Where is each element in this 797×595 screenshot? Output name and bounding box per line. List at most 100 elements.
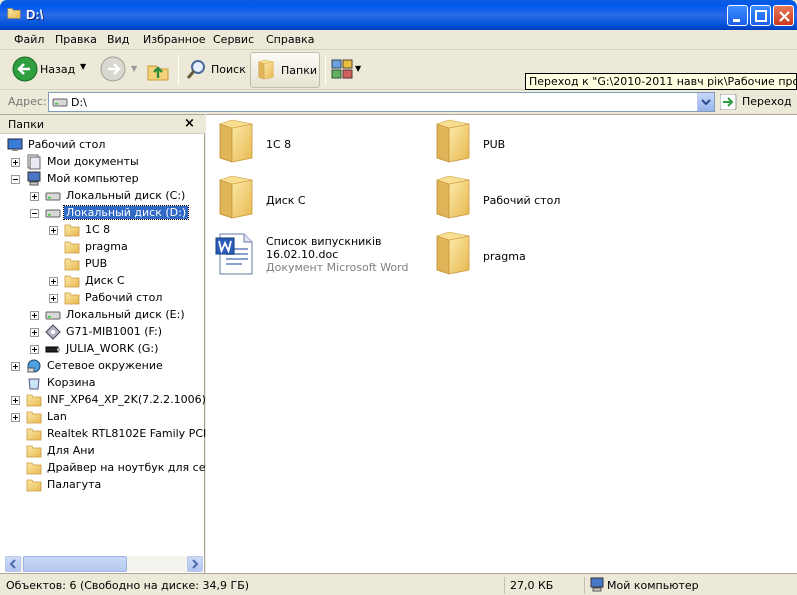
window-title: D:\ bbox=[26, 7, 44, 22]
file-item-graduates-doc[interactable]: Список випускників 16.02.10.doc Документ… bbox=[212, 230, 422, 280]
address-input[interactable]: D:\ bbox=[48, 92, 715, 112]
menu-help[interactable]: Справка bbox=[266, 33, 314, 46]
expand-icon[interactable] bbox=[11, 396, 20, 405]
scroll-right-button[interactable] bbox=[187, 556, 203, 572]
go-arrow-icon[interactable] bbox=[720, 94, 737, 110]
file-item-desktop[interactable]: Рабочий стол bbox=[429, 174, 639, 224]
go-button[interactable]: Переход bbox=[742, 95, 792, 108]
forward-arrow-icon[interactable] bbox=[100, 56, 126, 82]
close-pane-button[interactable]: × bbox=[184, 116, 195, 131]
menu-view[interactable]: Вид bbox=[107, 33, 129, 46]
expand-icon[interactable] bbox=[11, 413, 20, 422]
tree-item-label: INF_XP64_XP_2K(7.2.2.1006) bbox=[47, 393, 206, 406]
search-label: Поиск bbox=[211, 63, 246, 76]
back-arrow-icon bbox=[12, 56, 38, 82]
folders-icon bbox=[258, 59, 274, 80]
status-divider bbox=[584, 577, 585, 594]
chevron-down-icon bbox=[701, 99, 711, 106]
toolbar-separator bbox=[325, 55, 326, 85]
minimize-button[interactable] bbox=[727, 5, 748, 26]
file-item-disk-c[interactable]: Диск С bbox=[212, 174, 422, 224]
tree-item-label: Драйвер на ноутбук для сети bbox=[47, 461, 220, 474]
expand-icon[interactable] bbox=[30, 311, 39, 320]
tree-item-label: JULIA_WORK (G:) bbox=[66, 342, 159, 355]
file-item-1c8[interactable]: 1С 8 bbox=[212, 118, 422, 168]
menu-bar: Файл Правка Вид Избранное Сервис Справка bbox=[0, 30, 797, 50]
expand-icon[interactable] bbox=[30, 345, 39, 354]
views-button[interactable]: ▼ bbox=[330, 58, 362, 82]
tree-item-label: Диск С bbox=[85, 274, 125, 287]
close-button[interactable] bbox=[773, 5, 794, 26]
file-name: Рабочий стол bbox=[483, 194, 561, 207]
up-folder-icon[interactable] bbox=[146, 58, 170, 82]
tree-item-label: Локальный диск (D:) bbox=[62, 205, 190, 220]
folder-icon bbox=[212, 118, 260, 166]
folders-button[interactable]: Папки bbox=[250, 52, 320, 88]
drive-icon bbox=[45, 307, 61, 323]
tree-item-label: Realtek RTL8102E Family PCI-E F bbox=[47, 427, 227, 440]
tree-item-label: Мой компьютер bbox=[47, 172, 139, 185]
folder-icon bbox=[26, 409, 42, 425]
expand-icon[interactable] bbox=[30, 192, 39, 201]
folder-pane-title: Папки bbox=[8, 118, 44, 131]
address-label: Адрес: bbox=[8, 95, 47, 108]
scroll-left-button[interactable] bbox=[5, 556, 21, 572]
horizontal-scrollbar[interactable] bbox=[5, 556, 203, 572]
folder-icon bbox=[26, 426, 42, 442]
views-dropdown-icon: ▼ bbox=[355, 64, 362, 73]
computer-icon bbox=[589, 577, 605, 593]
back-dropdown-icon[interactable]: ▼ bbox=[80, 62, 86, 71]
collapse-icon[interactable] bbox=[11, 175, 20, 184]
tree-item-label: Сетевое окружение bbox=[47, 359, 163, 372]
menu-edit[interactable]: Правка bbox=[55, 33, 97, 46]
folder-icon bbox=[212, 174, 260, 222]
address-dropdown-button[interactable] bbox=[697, 93, 714, 111]
status-bar: Объектов: 6 (Свободно на диске: 34,9 ГБ)… bbox=[0, 573, 797, 595]
expand-icon[interactable] bbox=[49, 226, 58, 235]
file-item-pragma[interactable]: pragma bbox=[429, 230, 639, 280]
folder-icon bbox=[64, 290, 80, 306]
tree-item-label: Для Ани bbox=[47, 444, 95, 457]
expand-icon[interactable] bbox=[30, 328, 39, 337]
forward-dropdown-icon[interactable]: ▼ bbox=[131, 64, 137, 73]
status-size: 27,0 КБ bbox=[510, 579, 554, 592]
scroll-thumb[interactable] bbox=[23, 556, 127, 572]
drive-icon bbox=[45, 188, 61, 204]
tree-item-label: Локальный диск (C:) bbox=[66, 189, 186, 202]
folder-icon bbox=[64, 222, 80, 238]
maximize-button[interactable] bbox=[750, 5, 771, 26]
file-name-continued: 16.02.10.doc bbox=[266, 248, 339, 261]
desktop-icon bbox=[7, 137, 23, 153]
tree-item-label: pragma bbox=[85, 240, 128, 253]
menu-file[interactable]: Файл bbox=[14, 33, 44, 46]
folder-icon bbox=[429, 174, 477, 222]
expand-icon[interactable] bbox=[49, 277, 58, 286]
address-value: D:\ bbox=[71, 96, 87, 109]
tree-item-label: Рабочий стол bbox=[85, 291, 163, 304]
title-bar[interactable]: D:\ bbox=[0, 0, 797, 30]
folder-icon bbox=[64, 239, 80, 255]
folder-icon bbox=[6, 6, 22, 20]
menu-favorites[interactable]: Избранное bbox=[143, 33, 205, 46]
status-location: Мой компьютер bbox=[607, 579, 699, 592]
back-label: Назад bbox=[40, 63, 76, 76]
file-name: PUB bbox=[483, 138, 506, 151]
search-button[interactable]: Поиск bbox=[184, 54, 246, 84]
back-button[interactable]: Назад ▼ bbox=[8, 54, 94, 84]
tree-item-label: PUB bbox=[85, 257, 108, 270]
folder-icon bbox=[26, 477, 42, 493]
folder-icon bbox=[64, 256, 80, 272]
recycle-bin-icon bbox=[26, 375, 42, 391]
drive-icon bbox=[52, 94, 68, 110]
menu-tools[interactable]: Сервис bbox=[213, 33, 254, 46]
expand-icon[interactable] bbox=[49, 294, 58, 303]
expand-icon[interactable] bbox=[11, 362, 20, 371]
collapse-icon[interactable] bbox=[30, 209, 39, 218]
address-tooltip: Переход к "G:\2010-2011 навч рік\Рабочие… bbox=[525, 73, 797, 90]
documents-icon bbox=[26, 154, 42, 170]
expand-icon[interactable] bbox=[11, 158, 20, 167]
file-name: 1С 8 bbox=[266, 138, 292, 151]
file-name: pragma bbox=[483, 250, 526, 263]
tree-item-label: Мои документы bbox=[47, 155, 139, 168]
file-item-pub[interactable]: PUB bbox=[429, 118, 639, 168]
